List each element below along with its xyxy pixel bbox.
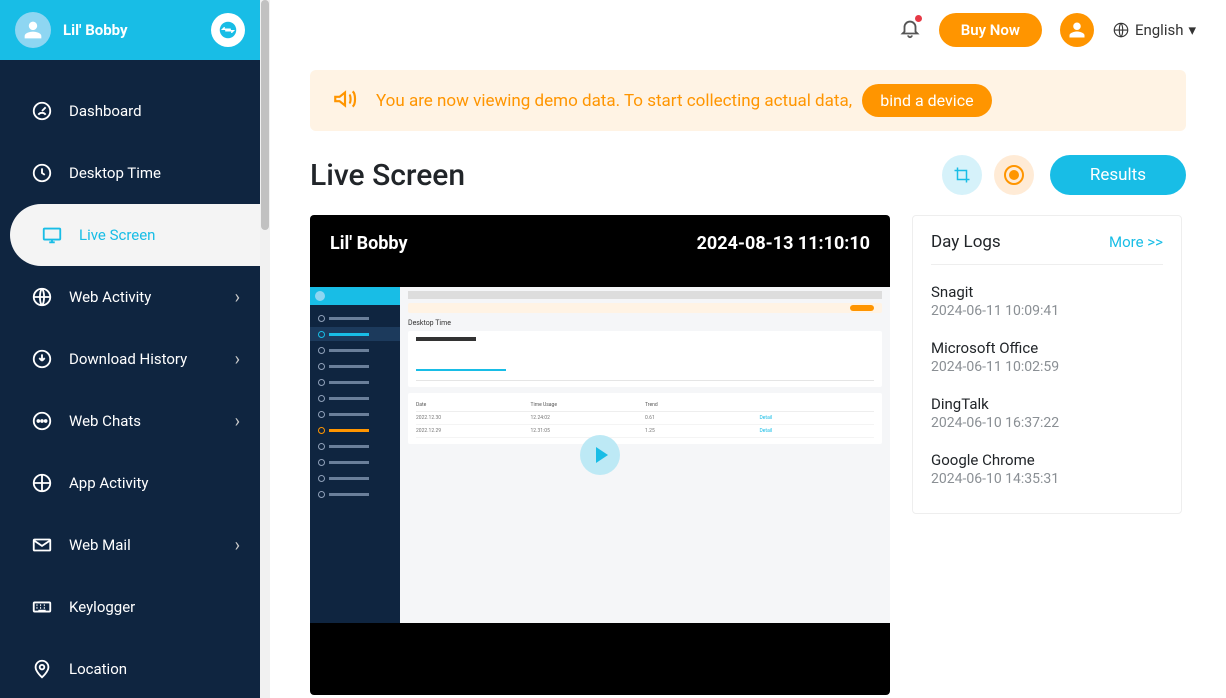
video-panel: Lil' Bobby 2024-08-13 11:10:10: [310, 215, 890, 695]
mini-sidebar: [310, 287, 400, 623]
log-item[interactable]: Snagit 2024-06-11 10:09:41: [931, 273, 1163, 329]
sidebar-item-label: Keylogger: [69, 598, 240, 616]
download-icon: [30, 347, 54, 371]
scrollbar-thumb[interactable]: [261, 0, 269, 230]
log-timestamp: 2024-06-10 14:35:31: [931, 471, 1163, 487]
profile-avatar[interactable]: [15, 12, 51, 48]
log-item[interactable]: DingTalk 2024-06-10 16:37:22: [931, 385, 1163, 441]
caret-down-icon: ▾: [1188, 21, 1196, 39]
sidebar: Lil' Bobby Dashboard Desktop Time Live S…: [0, 0, 260, 698]
bind-device-button[interactable]: bind a device: [862, 84, 991, 117]
log-app-name: Snagit: [931, 283, 1163, 301]
nav: Dashboard Desktop Time Live Screen Web A…: [0, 60, 260, 698]
sidebar-item-label: Live Screen: [79, 226, 240, 244]
chevron-right-icon: ›: [235, 349, 240, 370]
notifications-button[interactable]: [899, 17, 921, 43]
sidebar-item-location[interactable]: Location: [0, 638, 260, 698]
day-logs-title: Day Logs: [931, 232, 1001, 252]
chat-icon: [30, 409, 54, 433]
sidebar-item-keylogger[interactable]: Keylogger: [0, 576, 260, 638]
sidebar-item-label: App Activity: [69, 474, 240, 492]
mini-main: Desktop Time DateTime UsageTrend 2022.12…: [400, 287, 890, 623]
chevron-right-icon: ›: [235, 287, 240, 308]
buy-now-button[interactable]: Buy Now: [939, 13, 1042, 47]
swap-profile-button[interactable]: [211, 13, 245, 47]
topbar: Buy Now English ▾: [270, 0, 1226, 60]
title-row: Live Screen Results: [310, 155, 1186, 195]
demo-banner: You are now viewing demo data. To start …: [310, 70, 1186, 131]
sidebar-item-label: Web Mail: [69, 536, 235, 554]
sidebar-item-label: Web Chats: [69, 412, 235, 430]
day-logs-header: Day Logs More >>: [931, 232, 1163, 265]
demo-banner-text: You are now viewing demo data. To start …: [376, 84, 1164, 117]
profile-name: Lil' Bobby: [63, 21, 211, 39]
record-button[interactable]: [994, 155, 1034, 195]
keyboard-icon: [30, 595, 54, 619]
language-select[interactable]: English ▾: [1112, 21, 1196, 39]
video-timestamp: 2024-08-13 11:10:10: [697, 233, 870, 254]
mail-icon: [30, 533, 54, 557]
pin-icon: [30, 657, 54, 681]
log-app-name: DingTalk: [931, 395, 1163, 413]
gauge-icon: [30, 99, 54, 123]
log-timestamp: 2024-06-11 10:09:41: [931, 303, 1163, 319]
sidebar-item-app-activity[interactable]: App Activity: [0, 452, 260, 514]
log-item[interactable]: Google Chrome 2024-06-10 14:35:31: [931, 441, 1163, 497]
record-icon: [1004, 165, 1024, 185]
panels: Lil' Bobby 2024-08-13 11:10:10: [310, 215, 1186, 695]
sidebar-header: Lil' Bobby: [0, 0, 260, 60]
scrollbar[interactable]: [260, 0, 270, 698]
day-logs-panel: Day Logs More >> Snagit 2024-06-11 10:09…: [912, 215, 1182, 514]
log-item[interactable]: Microsoft Office 2024-06-11 10:02:59: [931, 329, 1163, 385]
sidebar-item-label: Location: [69, 660, 240, 678]
chevron-right-icon: ›: [235, 535, 240, 556]
video-profile-name: Lil' Bobby: [330, 233, 408, 254]
sidebar-item-label: Download History: [69, 350, 235, 368]
speaker-icon: [332, 86, 358, 116]
sidebar-item-dashboard[interactable]: Dashboard: [0, 80, 260, 142]
video-header: Lil' Bobby 2024-08-13 11:10:10: [310, 215, 890, 266]
user-avatar-button[interactable]: [1060, 13, 1094, 47]
sidebar-item-label: Dashboard: [69, 102, 240, 120]
log-timestamp: 2024-06-11 10:02:59: [931, 359, 1163, 375]
clock-icon: [30, 161, 54, 185]
sidebar-item-label: Desktop Time: [69, 164, 240, 182]
monitor-icon: [40, 223, 64, 247]
globe-icon: [30, 285, 54, 309]
sidebar-item-web-mail[interactable]: Web Mail ›: [0, 514, 260, 576]
log-app-name: Google Chrome: [931, 451, 1163, 469]
sidebar-item-label: Web Activity: [69, 288, 235, 306]
log-app-name: Microsoft Office: [931, 339, 1163, 357]
sidebar-item-web-chats[interactable]: Web Chats ›: [0, 390, 260, 452]
notification-dot-icon: [915, 15, 922, 22]
demo-banner-message: You are now viewing demo data. To start …: [376, 91, 856, 111]
results-button[interactable]: Results: [1050, 155, 1186, 195]
crop-button[interactable]: [942, 155, 982, 195]
play-button[interactable]: [580, 435, 620, 475]
log-timestamp: 2024-06-10 16:37:22: [931, 415, 1163, 431]
sidebar-item-web-activity[interactable]: Web Activity ›: [0, 266, 260, 328]
main: Buy Now English ▾ You are now viewing de…: [270, 0, 1226, 698]
sidebar-item-live-screen[interactable]: Live Screen: [10, 204, 260, 266]
mini-page-title: Desktop Time: [408, 319, 882, 327]
chevron-right-icon: ›: [235, 411, 240, 432]
sidebar-item-download-history[interactable]: Download History ›: [0, 328, 260, 390]
more-link[interactable]: More >>: [1109, 233, 1163, 251]
content: You are now viewing demo data. To start …: [270, 60, 1226, 698]
language-label: English: [1135, 21, 1184, 39]
app-icon: [30, 471, 54, 495]
page-title: Live Screen: [310, 158, 930, 193]
crop-icon: [953, 166, 971, 184]
globe-icon: [1112, 21, 1130, 39]
sidebar-item-desktop-time[interactable]: Desktop Time: [0, 142, 260, 204]
